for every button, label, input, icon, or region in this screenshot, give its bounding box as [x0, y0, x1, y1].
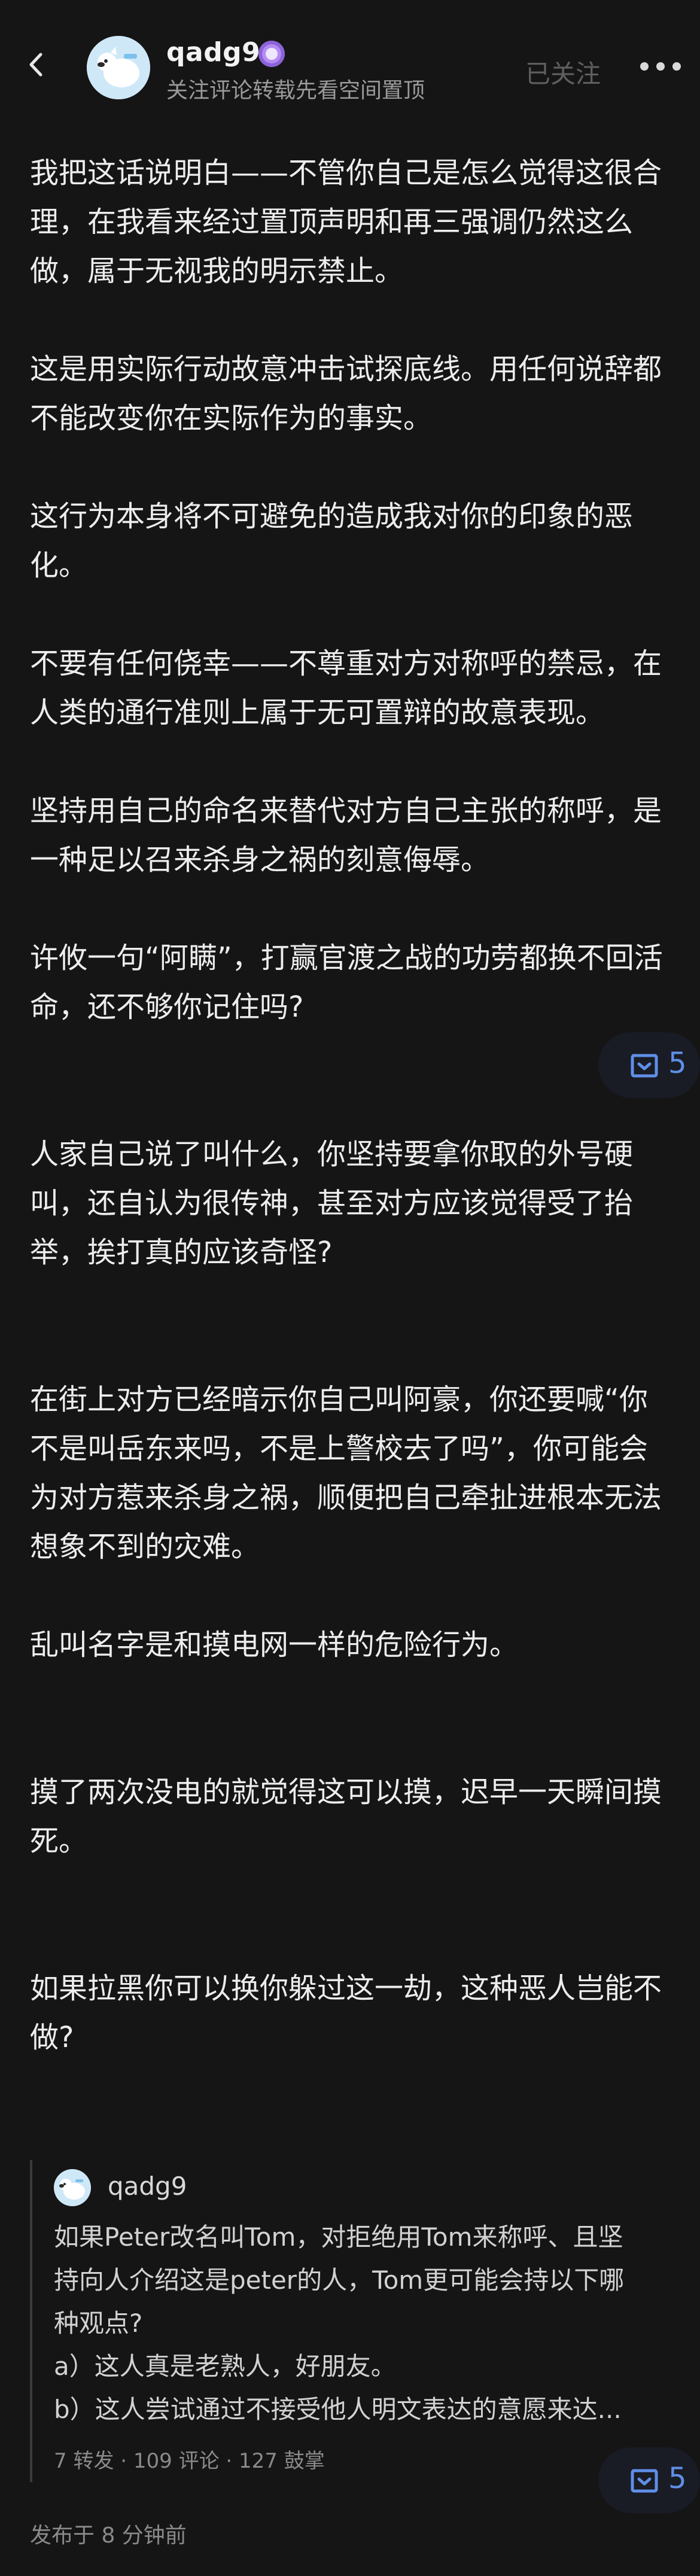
- follow-button[interactable]: 已关注: [525, 54, 601, 90]
- quoted-text-line: 种观点?: [54, 2309, 143, 2338]
- collect-count: 5: [668, 1047, 687, 1080]
- quoted-text-line: b）这人尝试通过不接受他人明文表达的意愿来达...: [54, 2395, 622, 2424]
- quoted-stats: 7 转发 · 109 评论 · 127 鼓掌: [54, 2449, 325, 2473]
- quoted-text: 如果Peter改名叫Tom，对拒绝用Tom来称呼、且坚 持向人介绍这是peter…: [54, 2216, 670, 2431]
- top-bar: qadg9 关注评论转载先看空间置顶 已关注: [0, 0, 700, 138]
- post-paragraph: 摸了两次没电的就觉得这可以摸，迟早一天瞬间摸死。: [30, 1775, 662, 1858]
- post-paragraph: 坚持用自己的命名来替代对方自己主张的称呼，是一种足以召来杀身之祸的刻意侮辱。: [30, 794, 662, 877]
- collect-button[interactable]: 5: [598, 2447, 700, 2513]
- post-paragraph: 人家自己说了叫什么，你坚持要拿你取的外号硬叫，还自认为很传神，甚至对方应该觉得受…: [30, 1138, 634, 1269]
- post-paragraph: 我把这话说明白——不管你自己是怎么觉得这很合理，在我看来经过置顶声明和再三强调仍…: [30, 156, 662, 288]
- post-paragraph: 如果拉黑你可以换你躲过这一劫，这种恶人岂能不做?: [30, 1972, 662, 2054]
- post-paragraph: 这行为本身将不可避免的造成我对你的印象的恶化。: [30, 500, 634, 582]
- user-subtitle: 关注评论转载先看空间置顶: [166, 78, 425, 103]
- username[interactable]: qadg9: [166, 37, 260, 68]
- more-options-icon[interactable]: [640, 62, 682, 73]
- quoted-text-line: 持向人介绍这是peter的人，Tom更可能会持以下哪: [54, 2265, 625, 2295]
- post-paragraph: 在街上对方已经暗示你自己叫阿豪，你还要喊“你不是叫岳东来吗，不是上警校去了吗”，…: [30, 1383, 662, 1564]
- post-content: 我把这话说明白——不管你自己是怎么觉得这很合理，在我看来经过置顶声明和再三强调仍…: [30, 148, 664, 2062]
- post-timestamp: 发布于 8 分钟前: [30, 2523, 187, 2548]
- post-paragraph: 许攸一句“阿瞒”，打赢官渡之战的功劳都换不回活命，还不够你记住吗?: [30, 941, 663, 1024]
- quoted-text-line: a）这人真是老熟人，好朋友。: [54, 2352, 396, 2381]
- post-paragraph: 不要有任何侥幸——不尊重对方对称呼的禁忌，在人类的通行准则上属于无可置辩的故意表…: [30, 647, 662, 729]
- post-paragraph: 乱叫名字是和摸电网一样的危险行为。: [30, 1628, 519, 1662]
- collect-box-icon: [629, 2464, 659, 2494]
- back-arrow-icon[interactable]: [24, 51, 51, 78]
- collect-box-icon: [629, 1049, 659, 1079]
- avatar[interactable]: [54, 2169, 91, 2206]
- post-paragraph: 这是用实际行动故意冲击试探底线。用任何说辞都不能改变你在实际作为的事实。: [30, 352, 662, 435]
- quoted-text-line: 如果Peter改名叫Tom，对拒绝用Tom来称呼、且坚: [54, 2222, 623, 2252]
- avatar[interactable]: [87, 36, 150, 99]
- quote-bar: [30, 2160, 32, 2482]
- quoted-username[interactable]: qadg9: [108, 2171, 187, 2201]
- collect-count: 5: [668, 2462, 687, 2495]
- quoted-repost[interactable]: qadg9 如果Peter改名叫Tom，对拒绝用Tom来称呼、且坚 持向人介绍这…: [30, 2145, 670, 2482]
- verified-badge-icon: [258, 41, 285, 67]
- collect-button[interactable]: 5: [598, 1032, 700, 1098]
